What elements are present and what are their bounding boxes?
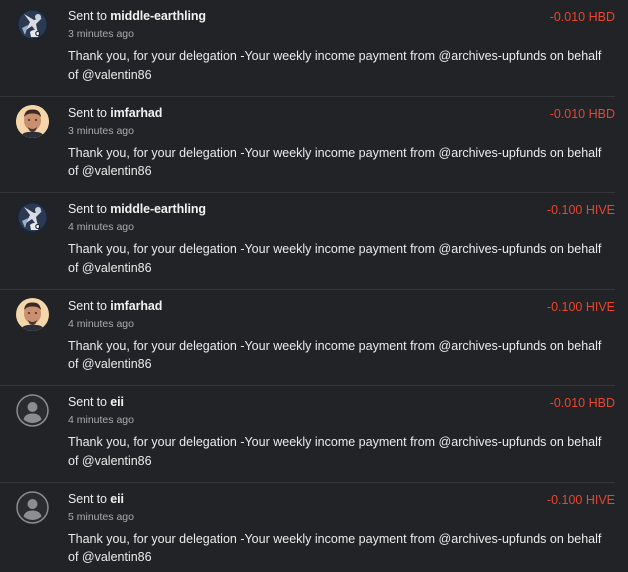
avatar[interactable] [16, 297, 49, 331]
recipient-link[interactable]: eii [110, 492, 124, 506]
recipient-link[interactable]: middle-earthling [110, 9, 206, 23]
timestamp[interactable]: 5 minutes ago [68, 511, 134, 523]
transfer-prefix: Sent to [68, 202, 107, 216]
timestamp[interactable]: 4 minutes ago [68, 221, 134, 233]
timestamp[interactable]: 3 minutes ago [68, 28, 134, 40]
amount: -0.100 HIVE [546, 299, 615, 314]
transfer-prefix: Sent to [68, 395, 107, 409]
amount: -0.010 HBD [549, 10, 615, 24]
recipient-link[interactable]: middle-earthling [110, 202, 206, 216]
transfer-item: Sent to imfarhad 3 minutes ago -0.010 HB… [0, 97, 615, 193]
transfer-prefix: Sent to [68, 491, 107, 506]
transfer-title: Sent to imfarhad [68, 299, 162, 313]
memo: Thank you, for your delegation -Your wee… [68, 49, 602, 82]
transfer-item: O Sent to middle-earthling 4 minutes ago… [0, 193, 615, 290]
user-photo-icon [16, 104, 49, 138]
transfer-item: Sent to eii 5 minutes ago -0.100 HIVE Th… [0, 483, 615, 572]
timestamp[interactable]: 4 minutes ago [68, 414, 134, 426]
community-logo-icon: O [16, 8, 49, 41]
community-logo-icon: O [16, 201, 49, 234]
transfer-prefix: Sent to [68, 105, 107, 120]
recipient-link[interactable]: eii [110, 395, 124, 409]
avatar[interactable] [16, 104, 49, 138]
transfer-title: Sent to imfarhad [68, 106, 162, 120]
amount: -0.100 HIVE [546, 492, 615, 507]
avatar[interactable] [16, 394, 49, 427]
default-user-icon [16, 394, 49, 427]
avatar[interactable]: O [16, 8, 49, 41]
user-photo-icon [16, 297, 49, 331]
avatar[interactable]: O [16, 201, 49, 234]
svg-text:O: O [35, 224, 41, 231]
transfer-item: O Sent to middle-earthling 3 minutes ago… [0, 0, 615, 97]
timestamp[interactable]: 3 minutes ago [68, 125, 134, 137]
transfer-item: Sent to imfarhad 4 minutes ago -0.100 HI… [0, 290, 615, 386]
transfer-history-list: O Sent to middle-earthling 3 minutes ago… [0, 0, 628, 572]
avatar[interactable] [16, 490, 49, 524]
memo: Thank you, for your delegation -Your wee… [68, 145, 602, 179]
amount: -0.010 HBD [549, 396, 615, 410]
recipient-link[interactable]: imfarhad [110, 299, 162, 313]
transfer-title: Sent to eii [68, 395, 124, 409]
transfer-prefix: Sent to [68, 9, 107, 23]
memo: Thank you, for your delegation -Your wee… [68, 435, 602, 468]
amount: -0.010 HBD [549, 106, 615, 121]
transfer-title: Sent to middle-earthling [68, 9, 206, 23]
transfer-title: Sent to eii [68, 492, 124, 506]
amount: -0.100 HIVE [546, 203, 615, 217]
default-user-icon [16, 490, 49, 524]
memo: Thank you, for your delegation -Your wee… [68, 242, 602, 275]
svg-text:O: O [35, 31, 41, 38]
recipient-link[interactable]: imfarhad [110, 106, 162, 120]
memo: Thank you, for your delegation -Your wee… [68, 531, 602, 565]
transfer-item: Sent to eii 4 minutes ago -0.010 HBD Tha… [0, 386, 615, 483]
memo: Thank you, for your delegation -Your wee… [68, 338, 602, 372]
transfer-prefix: Sent to [68, 298, 107, 313]
timestamp[interactable]: 4 minutes ago [68, 318, 134, 330]
transfer-title: Sent to middle-earthling [68, 202, 206, 216]
